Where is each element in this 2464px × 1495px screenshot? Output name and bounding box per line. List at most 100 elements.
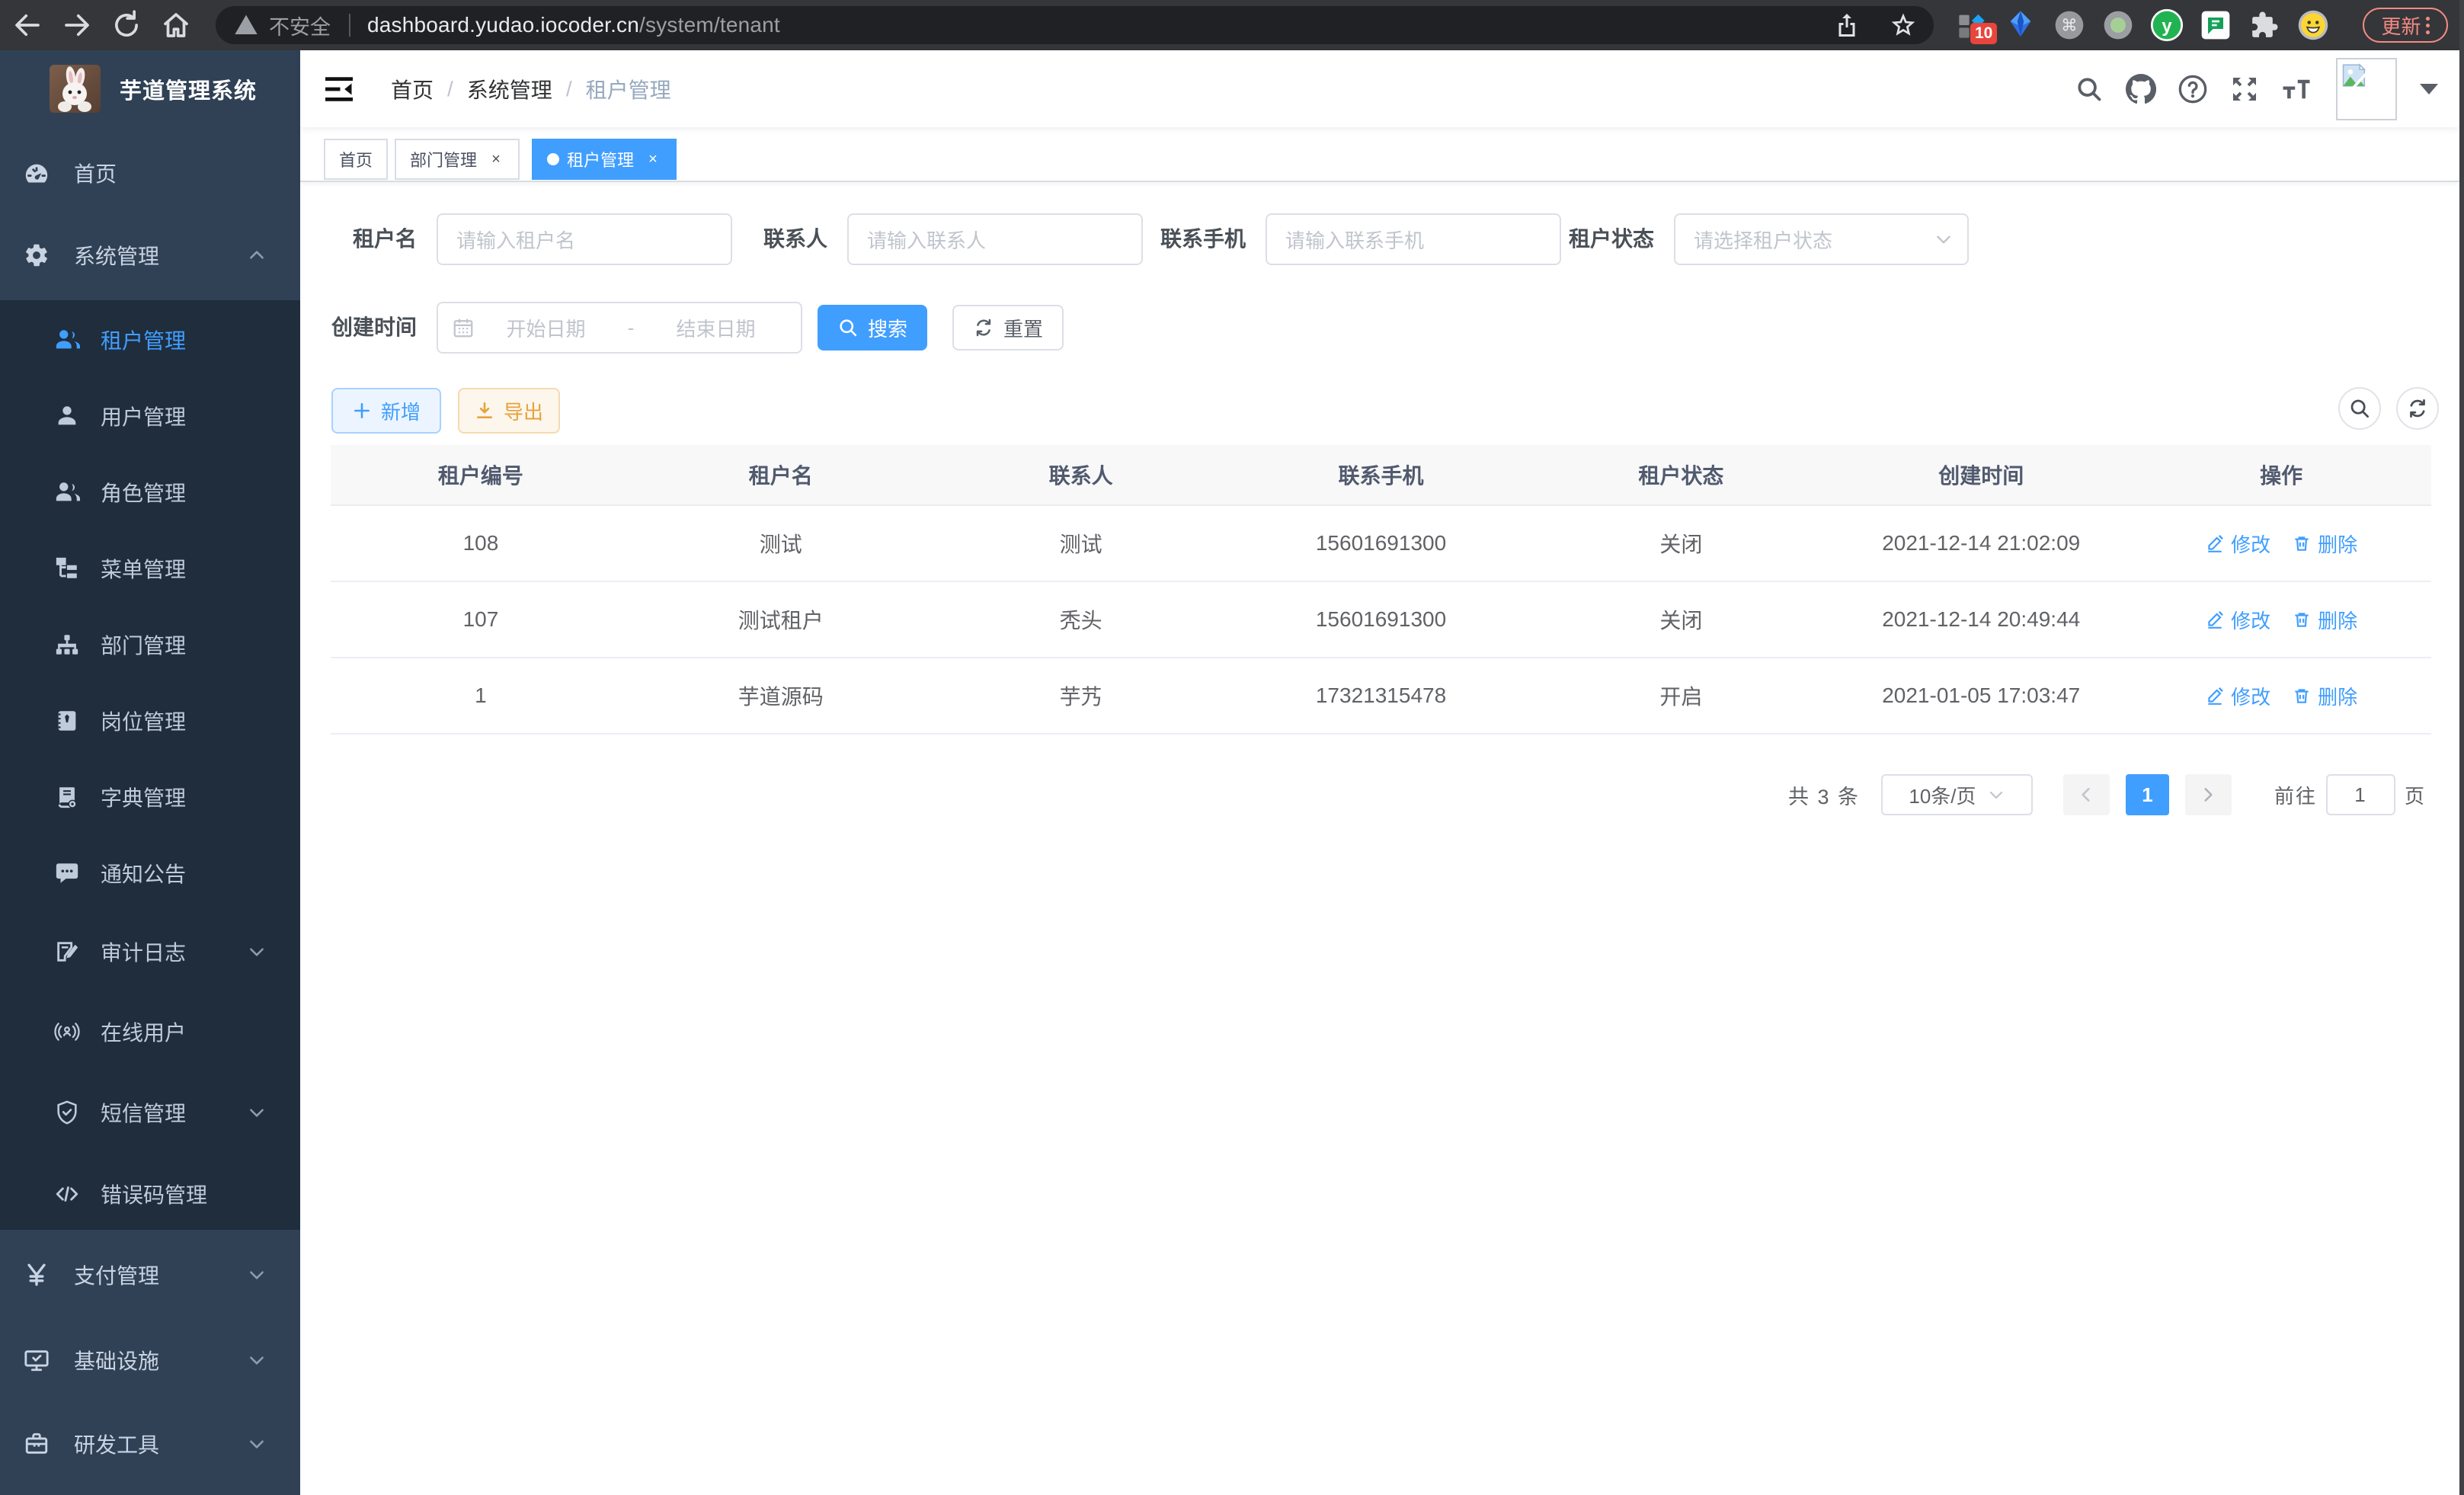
sidebar-item-devtools[interactable]: 研发工具 bbox=[0, 1402, 300, 1486]
delete-link[interactable]: 删除 bbox=[2292, 530, 2357, 558]
browser-forward-button[interactable] bbox=[56, 0, 98, 50]
prev-page-button[interactable] bbox=[2063, 774, 2110, 815]
browser-home-button[interactable] bbox=[155, 0, 197, 50]
sidebar-logo[interactable]: 芋道管理系统 bbox=[0, 50, 300, 128]
pagination: 共 3 条 10条/页 1 前往 1 页 bbox=[1788, 774, 2426, 815]
tag-tenant[interactable]: 租户管理 × bbox=[532, 139, 677, 180]
roles-icon bbox=[54, 479, 80, 505]
sidebar-item-pay[interactable]: 支付管理 bbox=[0, 1233, 300, 1317]
tag-dept[interactable]: 部门管理 × bbox=[395, 139, 520, 180]
tag-close-icon[interactable]: × bbox=[645, 151, 661, 168]
svg-text:y: y bbox=[2162, 16, 2172, 37]
page-jump-input[interactable]: 1 bbox=[2326, 774, 2395, 815]
header-search-icon[interactable] bbox=[2063, 50, 2115, 127]
edit-link[interactable]: 修改 bbox=[2205, 606, 2270, 634]
sidebar-item-notice[interactable]: 通知公告 bbox=[0, 835, 300, 911]
help-icon[interactable] bbox=[2167, 50, 2219, 127]
navbar-actions bbox=[2063, 50, 2438, 127]
sidebar-item-sms[interactable]: 短信管理 bbox=[0, 1074, 300, 1151]
contact-input[interactable]: 请输入联系人 bbox=[847, 213, 1143, 265]
tenant-name-input[interactable]: 请输入租户名 bbox=[437, 213, 732, 265]
reset-button[interactable]: 重置 bbox=[952, 305, 1064, 351]
extension-kite-icon[interactable] bbox=[1996, 0, 2045, 50]
sidebar-item-label: 审计日志 bbox=[101, 914, 186, 990]
browser-update-button[interactable]: 更新 bbox=[2363, 8, 2448, 43]
breadcrumb-system[interactable]: 系统管理 bbox=[467, 74, 552, 104]
status-select[interactable]: 请选择租户状态 bbox=[1674, 213, 1969, 265]
fullscreen-icon[interactable] bbox=[2219, 50, 2270, 127]
jump-prefix: 前往 bbox=[2274, 781, 2317, 809]
url-text[interactable]: dashboard.yudao.iocoder.cn/system/tenant bbox=[367, 13, 780, 37]
sidebar-item-error-code[interactable]: 错误码管理 bbox=[0, 1156, 300, 1232]
add-button[interactable]: 新增 bbox=[331, 388, 441, 434]
next-page-button[interactable] bbox=[2185, 774, 2232, 815]
tag-home[interactable]: 首页 bbox=[324, 139, 388, 180]
avatar[interactable] bbox=[2336, 58, 2397, 120]
post-badge-icon bbox=[54, 708, 80, 734]
edit-link[interactable]: 修改 bbox=[2205, 530, 2270, 558]
edit-icon bbox=[2205, 686, 2225, 706]
dictionary-icon bbox=[54, 784, 80, 810]
sidebar-item-label: 系统管理 bbox=[74, 213, 159, 297]
sidebar-item-audit-log[interactable]: 审计日志 bbox=[0, 914, 300, 990]
extension-chat-icon[interactable] bbox=[2191, 0, 2240, 50]
extension-emoji-icon[interactable] bbox=[2289, 0, 2338, 50]
sidebar-item-user[interactable]: 用户管理 bbox=[0, 378, 300, 454]
delete-link[interactable]: 删除 bbox=[2292, 682, 2357, 710]
sidebar-item-label: 研发工具 bbox=[74, 1402, 159, 1486]
sidebar-item-role[interactable]: 角色管理 bbox=[0, 454, 300, 530]
extension-puzzle-icon[interactable] bbox=[2240, 0, 2289, 50]
security-chip-label[interactable]: 不安全 bbox=[269, 11, 331, 40]
user-icon bbox=[54, 403, 80, 429]
create-time-range[interactable]: 开始日期 - 结束日期 bbox=[437, 302, 802, 354]
github-icon[interactable] bbox=[2115, 50, 2167, 127]
chevron-up-icon bbox=[247, 245, 267, 265]
bookmark-star-icon[interactable] bbox=[1890, 11, 1917, 39]
tag-close-icon[interactable]: × bbox=[488, 151, 504, 168]
sidebar-item-home[interactable]: 首页 bbox=[0, 131, 300, 215]
hamburger-icon[interactable] bbox=[314, 50, 364, 127]
page-size-select[interactable]: 10条/页 bbox=[1881, 774, 2033, 815]
sidebar-item-tenant[interactable]: 租户管理 bbox=[0, 302, 300, 378]
online-users-icon bbox=[54, 1019, 80, 1045]
font-size-icon[interactable] bbox=[2270, 50, 2322, 127]
sidebar-item-menu[interactable]: 菜单管理 bbox=[0, 530, 300, 607]
contact-label: 联系人 bbox=[711, 213, 827, 265]
browser-back-button[interactable] bbox=[6, 0, 49, 50]
tenant-users-icon bbox=[54, 327, 80, 353]
delete-link[interactable]: 删除 bbox=[2292, 606, 2357, 634]
sidebar-item-post[interactable]: 岗位管理 bbox=[0, 683, 300, 759]
extension-y-icon[interactable]: y bbox=[2142, 0, 2191, 50]
chevron-down-icon bbox=[247, 1434, 267, 1454]
sidebar-item-infra[interactable]: 基础设施 bbox=[0, 1318, 300, 1402]
sidebar-item-dict[interactable]: 字典管理 bbox=[0, 759, 300, 835]
screen: 不安全 dashboard.yudao.iocoder.cn/system/te… bbox=[0, 0, 2464, 1495]
search-button[interactable]: 搜索 bbox=[818, 305, 927, 351]
address-bar[interactable]: 不安全 dashboard.yudao.iocoder.cn/system/te… bbox=[216, 6, 1934, 44]
edit-icon bbox=[2205, 610, 2225, 629]
extension-record-icon[interactable] bbox=[2094, 0, 2142, 50]
monitor-icon bbox=[24, 1347, 50, 1373]
sidebar-item-label: 租户管理 bbox=[101, 302, 186, 378]
share-icon[interactable] bbox=[1833, 11, 1861, 39]
sidebar-item-system[interactable]: 系统管理 bbox=[0, 213, 300, 297]
code-icon bbox=[54, 1181, 80, 1207]
tenant-name-label: 租户名 bbox=[300, 213, 417, 265]
table-search-toggle-button[interactable] bbox=[2338, 387, 2381, 430]
extension-command-icon[interactable]: ⌘ bbox=[2045, 0, 2094, 50]
chevron-down-icon bbox=[247, 1350, 267, 1370]
table-refresh-button[interactable] bbox=[2396, 387, 2439, 430]
start-date-input[interactable]: 开始日期 bbox=[475, 314, 617, 342]
extension-tabs-icon[interactable]: 10 bbox=[1947, 0, 1996, 50]
pagination-total: 共 3 条 bbox=[1788, 780, 1860, 810]
avatar-caret-icon[interactable] bbox=[2420, 84, 2438, 94]
sidebar-item-dept[interactable]: 部门管理 bbox=[0, 607, 300, 683]
browser-menu-icon[interactable] bbox=[2426, 17, 2430, 34]
end-date-input[interactable]: 结束日期 bbox=[645, 314, 787, 342]
sidebar-item-online-users[interactable]: 在线用户 bbox=[0, 994, 300, 1070]
breadcrumb-home[interactable]: 首页 bbox=[391, 74, 434, 104]
export-button[interactable]: 导出 bbox=[458, 388, 560, 434]
browser-reload-button[interactable] bbox=[105, 0, 148, 50]
page-number-1[interactable]: 1 bbox=[2126, 774, 2169, 815]
edit-link[interactable]: 修改 bbox=[2205, 682, 2270, 710]
